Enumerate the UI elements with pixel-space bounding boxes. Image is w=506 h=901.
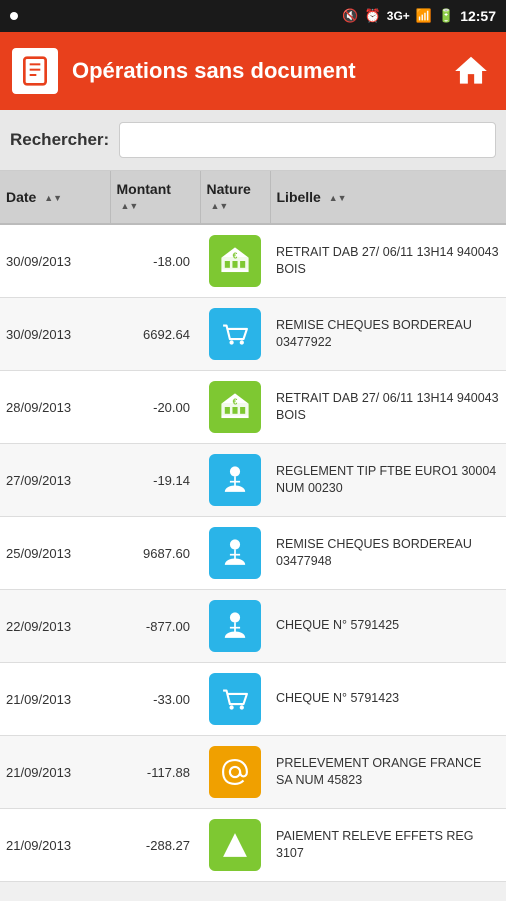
document-icon [12,48,58,94]
cell-montant: 9687.60 [110,517,200,590]
search-bar: Rechercher: [0,110,506,171]
cell-date: 28/09/2013 [0,371,110,444]
cell-date: 27/09/2013 [0,444,110,517]
operations-table-container: Date ▲▼ Montant ▲▼ Nature ▲▼ Libelle ▲▼ … [0,171,506,901]
at-icon [209,746,261,798]
cell-montant: -20.00 [110,371,200,444]
cell-nature [200,590,270,663]
cell-date: 25/09/2013 [0,517,110,590]
cell-nature [200,809,270,882]
alarm-icon: ⏰ [365,8,381,24]
cell-montant: -117.88 [110,736,200,809]
cell-nature: € [200,371,270,444]
cell-date: 30/09/2013 [0,224,110,298]
table-row: 21/09/2013 -33.00 CHEQUE N° 5791423 [0,663,506,736]
table-row: 25/09/2013 9687.60 REMISE CHEQUES BORDER… [0,517,506,590]
cart-icon [209,308,261,360]
cell-montant: 6692.64 [110,298,200,371]
cell-nature [200,736,270,809]
cart-icon [209,673,261,725]
cell-libelle: PRELEVEMENT ORANGE FRANCE SA NUM 45823 [270,736,506,809]
chart-icon [209,819,261,871]
page-title: Opérations sans document [72,58,434,84]
cell-nature [200,298,270,371]
cell-montant: -288.27 [110,809,200,882]
cell-libelle: RETRAIT DAB 27/ 06/11 13H14 940043 BOIS [270,224,506,298]
search-input[interactable] [119,122,496,158]
bank-icon: € [209,381,261,433]
sort-nature-icon[interactable]: ▲▼ [211,202,229,211]
cell-libelle: CHEQUE N° 5791425 [270,590,506,663]
cell-montant: -33.00 [110,663,200,736]
sort-montant-icon[interactable]: ▲▼ [121,202,139,211]
cell-nature [200,444,270,517]
cell-montant: -18.00 [110,224,200,298]
android-dot [10,12,18,20]
status-bar: 🔇 ⏰ 3G+ 📶 🔋 12:57 [0,0,506,32]
person-icon [209,527,261,579]
cell-nature [200,663,270,736]
cell-libelle: RETRAIT DAB 27/ 06/11 13H14 940043 BOIS [270,371,506,444]
table-row: 22/09/2013 -877.00 CHEQUE N° 5791425 [0,590,506,663]
table-row: 27/09/2013 -19.14 REGLEMENT TIP FTBE EUR… [0,444,506,517]
person-icon [209,454,261,506]
search-label: Rechercher: [10,130,109,150]
cell-montant: -19.14 [110,444,200,517]
network-label: 3G+ [387,9,410,23]
cell-date: 22/09/2013 [0,590,110,663]
table-header-row: Date ▲▼ Montant ▲▼ Nature ▲▼ Libelle ▲▼ [0,171,506,224]
header: Opérations sans document [0,32,506,110]
cell-date: 21/09/2013 [0,663,110,736]
cell-date: 21/09/2013 [0,736,110,809]
operations-table: Date ▲▼ Montant ▲▼ Nature ▲▼ Libelle ▲▼ … [0,171,506,882]
mute-icon: 🔇 [342,8,358,24]
cell-date: 21/09/2013 [0,809,110,882]
cell-montant: -877.00 [110,590,200,663]
cell-nature: € [200,224,270,298]
table-row: 21/09/2013 -288.27 PAIEMENT RELEVE EFFET… [0,809,506,882]
status-bar-right: 🔇 ⏰ 3G+ 📶 🔋 12:57 [342,8,496,24]
table-row: 30/09/2013 6692.64 REMISE CHEQUES BORDER… [0,298,506,371]
cell-date: 30/09/2013 [0,298,110,371]
sort-date-icon[interactable]: ▲▼ [44,194,62,203]
table-row: 21/09/2013 -117.88 PRELEVEMENT ORANGE FR… [0,736,506,809]
cell-libelle: REMISE CHEQUES BORDEREAU 03477948 [270,517,506,590]
sort-libelle-icon[interactable]: ▲▼ [329,194,347,203]
signal-icon: 📶 [416,8,432,24]
col-date[interactable]: Date ▲▼ [0,171,110,224]
status-bar-left [10,12,18,20]
home-button[interactable] [448,48,494,94]
bank-icon: € [209,235,261,287]
cell-libelle: PAIEMENT RELEVE EFFETS REG 3107 [270,809,506,882]
svg-text:€: € [233,396,238,406]
cell-libelle: REMISE CHEQUES BORDEREAU 03477922 [270,298,506,371]
battery-icon: 🔋 [438,8,454,24]
col-montant[interactable]: Montant ▲▼ [110,171,200,224]
svg-text:€: € [233,250,238,260]
person-icon [209,600,261,652]
cell-nature [200,517,270,590]
cell-libelle: REGLEMENT TIP FTBE EURO1 30004 NUM 00230 [270,444,506,517]
col-libelle[interactable]: Libelle ▲▼ [270,171,506,224]
col-nature[interactable]: Nature ▲▼ [200,171,270,224]
time-display: 12:57 [460,8,496,24]
table-row: 30/09/2013 -18.00 € RETRAIT DAB 27/ 06/1… [0,224,506,298]
cell-libelle: CHEQUE N° 5791423 [270,663,506,736]
table-row: 28/09/2013 -20.00 € RETRAIT DAB 27/ 06/1… [0,371,506,444]
